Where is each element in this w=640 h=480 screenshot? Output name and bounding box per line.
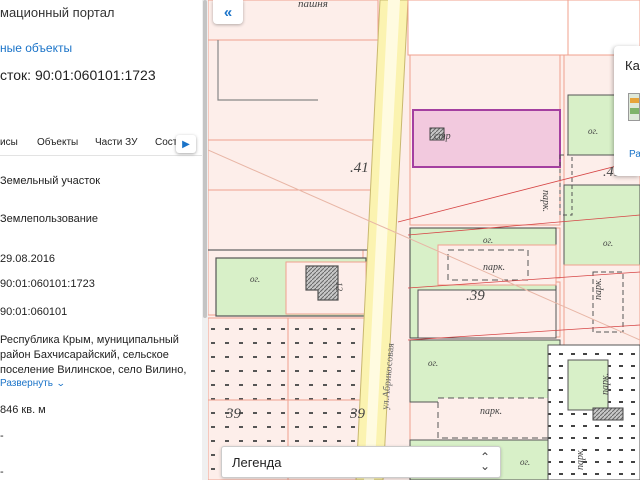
layers-title: Ка xyxy=(625,58,640,73)
parcel-title: сток: 90:01:060101:1723 xyxy=(0,67,156,83)
tab-parts[interactable]: Части ЗУ xyxy=(95,137,137,148)
label-building: стр xyxy=(434,131,451,142)
scrollbar-thumb[interactable] xyxy=(203,0,207,318)
label-block-41-west: .41 xyxy=(350,160,369,176)
map-canvas[interactable]: пашня стр .41 .41 .39 39 39 парк. парк. … xyxy=(208,0,640,480)
legend-label: Легенда xyxy=(232,455,282,470)
expand-label: Развернуть xyxy=(0,378,54,389)
chevron-right-icon: ▶ xyxy=(182,138,190,150)
expand-collapse-icon: ⌃ ⌄ xyxy=(479,450,490,473)
field-empty-1: - xyxy=(0,430,4,442)
label-park-2: парк. xyxy=(480,406,502,417)
label-garden-3: ог. xyxy=(588,126,598,136)
layers-link[interactable]: Ра xyxy=(629,149,640,160)
label-garden-2: ог. xyxy=(428,358,438,368)
label-park-vertical-1: парк. xyxy=(540,190,551,212)
tab-attributes[interactable]: исы xyxy=(0,137,18,148)
field-quarter: 90:01:060101 xyxy=(0,306,68,318)
tab-objects[interactable]: Объекты xyxy=(37,137,78,148)
label-arable: пашня xyxy=(298,0,328,10)
field-usage: Землепользование xyxy=(0,213,99,225)
label-garden-6: ог. xyxy=(520,457,530,467)
label-12: 12 xyxy=(334,282,344,292)
map-layer-thumbnail[interactable] xyxy=(628,93,640,121)
label-park-vertical-2: парк. xyxy=(593,278,604,300)
chevron-down-icon: ⌄ xyxy=(55,378,66,388)
field-address: Республика Крым, муниципальный район Бах… xyxy=(0,334,187,376)
label-park-1: парк. xyxy=(483,262,505,273)
label-block-39: .39 xyxy=(466,288,485,304)
legend-dropdown[interactable]: Легенда ⌃ ⌄ xyxy=(221,446,501,478)
nearby-objects-link[interactable]: ные объекты xyxy=(0,41,72,55)
cadastral-map: пашня стр .41 .41 .39 39 39 парк. парк. … xyxy=(208,0,640,480)
tab-bar: исы Объекты Части ЗУ Соста xyxy=(0,130,202,156)
label-39-west: 39 xyxy=(225,406,242,422)
label-garden-5: ог. xyxy=(250,274,260,284)
field-cadastral-number: 90:01:060101:1723 xyxy=(0,278,95,290)
portal-title: мационный портал xyxy=(0,5,115,20)
collapse-panel-button[interactable]: « xyxy=(213,0,243,24)
expand-address-link[interactable]: Развернуть ⌄ xyxy=(0,378,66,389)
layers-panel[interactable]: Ка Ра xyxy=(614,46,640,176)
info-panel: мационный портал ные объекты сток: 90:01… xyxy=(0,0,205,480)
field-empty-2: - xyxy=(0,466,4,478)
field-date: 29.08.2016 xyxy=(0,253,56,265)
tabs-scroll-right-button[interactable]: ▶ xyxy=(176,135,196,153)
double-chevron-left-icon: « xyxy=(223,3,233,21)
field-area: 846 кв. м xyxy=(0,404,46,416)
label-garden-4: ог. xyxy=(603,238,613,248)
label-39-center: 39 xyxy=(349,406,366,422)
field-object-type: Земельный участок xyxy=(0,175,101,187)
label-park-vertical-4: парк. xyxy=(575,448,586,470)
label-park-vertical-3: парк. xyxy=(600,373,611,395)
label-garden-1: ог. xyxy=(483,235,493,245)
